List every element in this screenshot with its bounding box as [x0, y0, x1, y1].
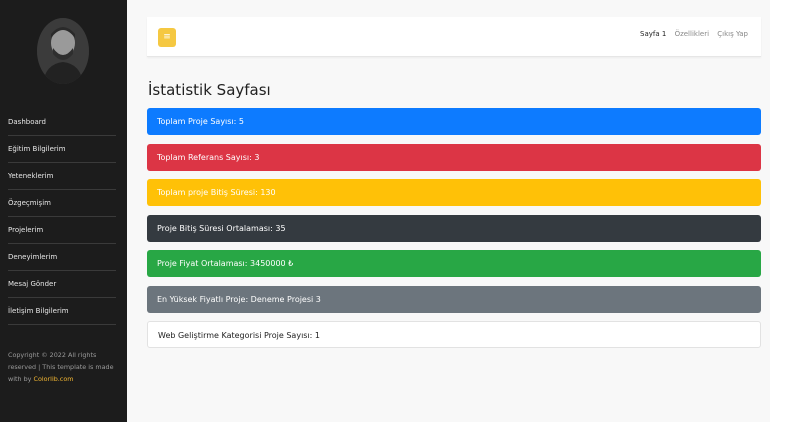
sidebar-item-send-message[interactable]: Mesaj Gönder: [8, 271, 116, 298]
sidebar-toggle-button[interactable]: ≡: [158, 28, 176, 47]
top-navbar: ≡ Sayfa 1 Özellikleri Çıkış Yap: [147, 17, 761, 57]
sidebar-item-resume[interactable]: Özgeçmişim: [8, 190, 116, 217]
page-title: İstatistik Sayfası: [148, 81, 271, 99]
sidebar-footer: Copyright © 2022 All rights reserved | T…: [8, 349, 118, 385]
sidebar: Dashboard Eğitim Bilgilerim Yeteneklerim…: [0, 0, 127, 422]
stats-list: Toplam Proje Sayısı: 5 Toplam Referans S…: [147, 108, 761, 357]
stat-average-duration: Proje Bitiş Süresi Ortalaması: 35: [147, 214, 761, 242]
stat-total-duration: Toplam proje Bitiş Süresi: 130: [147, 179, 761, 206]
right-margin: [770, 0, 806, 422]
stat-web-category-count: Web Geliştirme Kategorisi Proje Sayısı: …: [147, 321, 761, 348]
sidebar-item-education[interactable]: Eğitim Bilgilerim: [8, 136, 116, 163]
profile-avatar: [37, 18, 89, 84]
sidebar-item-experience[interactable]: Deneyimlerim: [8, 244, 116, 271]
stat-average-price: Proje Fiyat Ortalaması: 3450000 ₺: [147, 250, 761, 277]
nav-link-logout[interactable]: Çıkış Yap: [717, 30, 748, 38]
main-content: ≡ Sayfa 1 Özellikleri Çıkış Yap İstatist…: [127, 0, 770, 422]
sidebar-item-contact-info[interactable]: İletişim Bilgilerim: [8, 298, 116, 325]
sidebar-item-skills[interactable]: Yeteneklerim: [8, 163, 116, 190]
menu-icon: ≡: [163, 32, 171, 42]
nav-link-features[interactable]: Özellikleri: [675, 30, 709, 38]
stat-highest-price-project: En Yüksek Fiyatlı Proje: Deneme Projesi …: [147, 285, 761, 313]
stat-total-projects: Toplam Proje Sayısı: 5: [147, 108, 761, 135]
sidebar-nav: Dashboard Eğitim Bilgilerim Yeteneklerim…: [0, 109, 127, 325]
stat-total-references: Toplam Referans Sayısı: 3: [147, 143, 761, 171]
nav-link-page1[interactable]: Sayfa 1: [640, 30, 666, 38]
colorlib-link[interactable]: Colorlib.com: [33, 375, 73, 383]
top-links: Sayfa 1 Özellikleri Çıkış Yap: [634, 30, 748, 38]
sidebar-item-projects[interactable]: Projelerim: [8, 217, 116, 244]
sidebar-item-dashboard[interactable]: Dashboard: [8, 109, 116, 136]
